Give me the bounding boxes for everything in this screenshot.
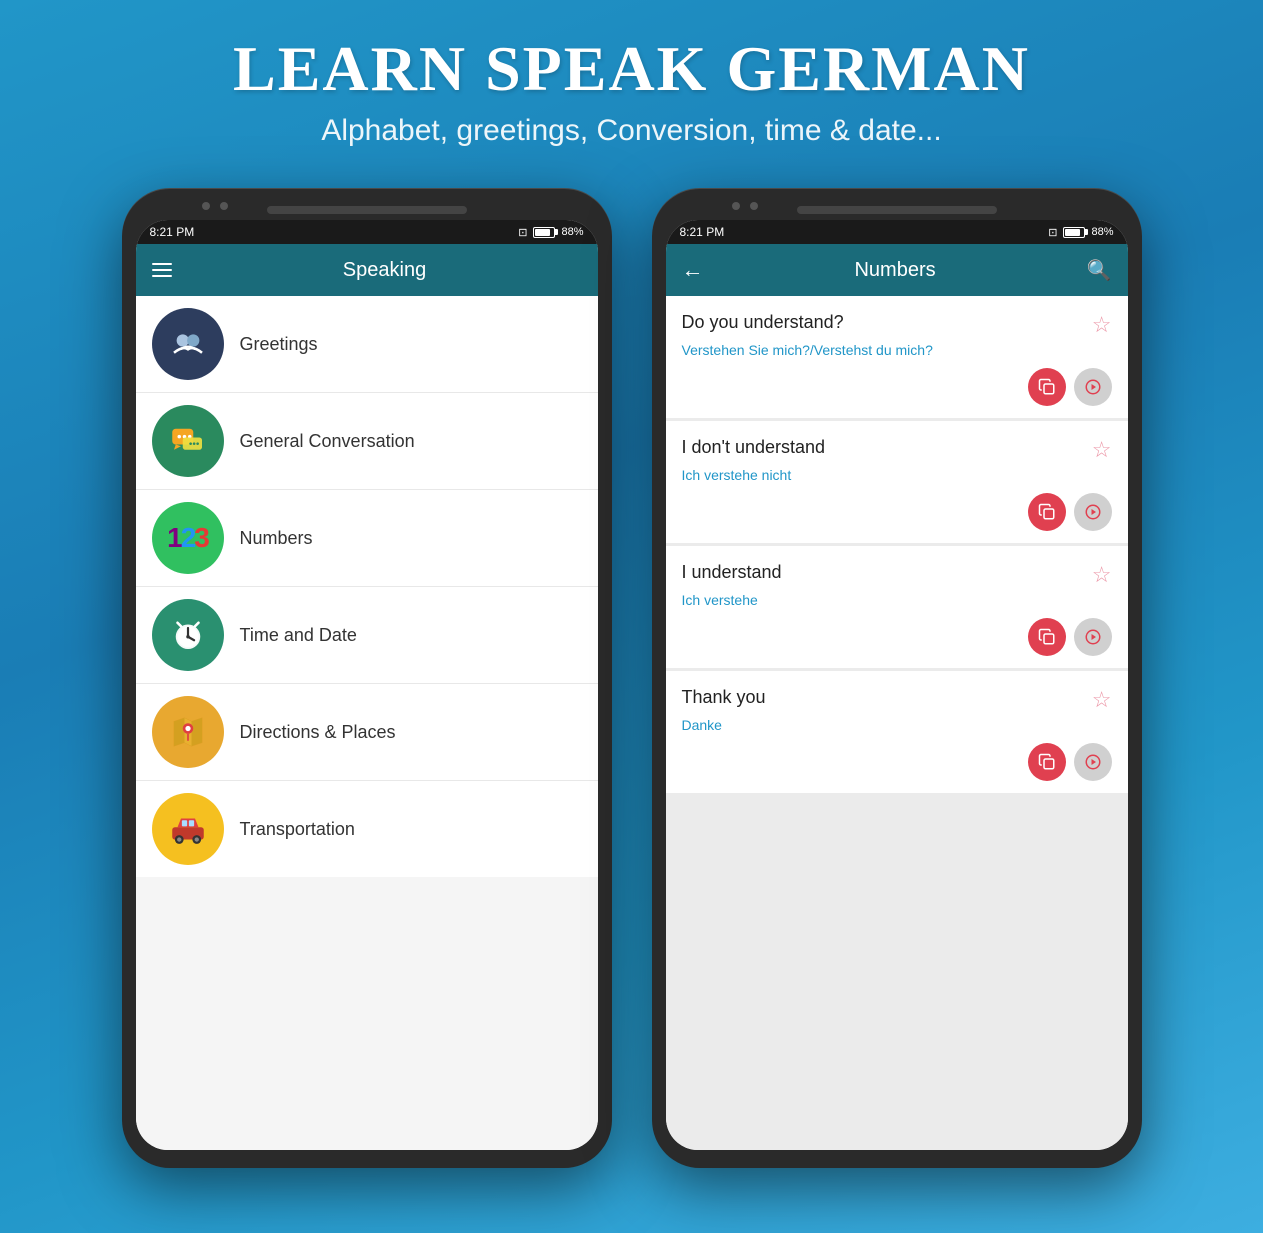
menu-label-numbers: Numbers <box>240 528 313 549</box>
phrase-german-3: Ich verstehe <box>682 592 1112 608</box>
phrase-actions-4 <box>682 743 1112 781</box>
menu-item-timedate[interactable]: Time and Date <box>136 587 598 684</box>
phone-dots-left <box>202 202 228 210</box>
menu-label-conversation: General Conversation <box>240 431 415 452</box>
battery-pct-right: 88% <box>1091 226 1113 238</box>
star-icon-1[interactable]: ☆ <box>1092 312 1112 338</box>
hamburger-line-1 <box>152 263 172 265</box>
dot-1 <box>202 202 210 210</box>
menu-item-greetings[interactable]: Greetings <box>136 296 598 393</box>
phrase-row-3: I understand ☆ <box>682 562 1112 588</box>
header-section: LEARN SPEAK GERMAN Alphabet, greetings, … <box>213 0 1050 168</box>
subtitle: Alphabet, greetings, Conversion, time & … <box>233 114 1030 148</box>
icon-transportation <box>152 793 224 865</box>
phrase-actions-2 <box>682 493 1112 531</box>
dot-2 <box>220 202 228 210</box>
phrase-row-2: I don't understand ☆ <box>682 437 1112 463</box>
status-right-left: ⊡ 88% <box>518 226 583 239</box>
status-icon-right: ⊡ <box>1048 226 1057 239</box>
icon-directions <box>152 696 224 768</box>
phrase-actions-3 <box>682 618 1112 656</box>
status-right-right: ⊡ 88% <box>1048 226 1113 239</box>
battery-bar-left <box>533 227 555 238</box>
hamburger-line-2 <box>152 269 172 271</box>
status-icon-left: ⊡ <box>518 226 527 239</box>
phrase-english-2: I don't understand <box>682 437 826 458</box>
battery-bar-right <box>1063 227 1085 238</box>
phone-right: 8:21 PM ⊡ 88% ← Numbers 🔍 <box>652 188 1142 1168</box>
star-icon-2[interactable]: ☆ <box>1092 437 1112 463</box>
phrase-english-3: I understand <box>682 562 782 583</box>
menu-label-directions: Directions & Places <box>240 722 396 743</box>
status-time-right: 8:21 PM <box>680 225 725 239</box>
speak-button-2[interactable] <box>1074 493 1112 531</box>
status-time-left: 8:21 PM <box>150 225 195 239</box>
copy-button-2[interactable] <box>1028 493 1066 531</box>
menu-item-numbers[interactable]: 123 Numbers <box>136 490 598 587</box>
app-bar-right: ← Numbers 🔍 <box>666 244 1128 296</box>
copy-button-3[interactable] <box>1028 618 1066 656</box>
phones-container: 8:21 PM ⊡ 88% Speaking <box>122 188 1142 1168</box>
main-title: LEARN SPEAK GERMAN <box>233 32 1030 106</box>
menu-label-transportation: Transportation <box>240 819 355 840</box>
numbers-content: Do you understand? ☆ Verstehen Sie mich?… <box>666 296 1128 1150</box>
phrase-card-3: I understand ☆ Ich verstehe <box>666 546 1128 668</box>
app-bar-title-left: Speaking <box>188 259 582 282</box>
speak-button-1[interactable] <box>1074 368 1112 406</box>
phrase-german-2: Ich verstehe nicht <box>682 467 1112 483</box>
battery-pct-left: 88% <box>561 226 583 238</box>
dot-4 <box>750 202 758 210</box>
phone-screen-right: 8:21 PM ⊡ 88% ← Numbers 🔍 <box>666 220 1128 1150</box>
menu-item-conversation[interactable]: General Conversation <box>136 393 598 490</box>
speak-button-3[interactable] <box>1074 618 1112 656</box>
phrase-german-1: Verstehen Sie mich?/Verstehst du mich? <box>682 342 1112 358</box>
hamburger-line-3 <box>152 275 172 277</box>
back-arrow-icon[interactable]: ← <box>682 257 704 283</box>
phrase-english-1: Do you understand? <box>682 312 844 333</box>
phone-dots-right <box>732 202 758 210</box>
status-bar-right: 8:21 PM ⊡ 88% <box>666 220 1128 244</box>
phrase-row-1: Do you understand? ☆ <box>682 312 1112 338</box>
icon-conversation <box>152 405 224 477</box>
copy-button-4[interactable] <box>1028 743 1066 781</box>
phrase-row-4: Thank you ☆ <box>682 687 1112 713</box>
phrase-card-2: I don't understand ☆ Ich verstehe nicht <box>666 421 1128 543</box>
phrase-card-1: Do you understand? ☆ Verstehen Sie mich?… <box>666 296 1128 418</box>
menu-label-greetings: Greetings <box>240 334 318 355</box>
phone-screen-left: 8:21 PM ⊡ 88% Speaking <box>136 220 598 1150</box>
app-bar-title-right: Numbers <box>720 259 1071 282</box>
menu-list: Greetings <box>136 296 598 1150</box>
icon-numbers: 123 <box>152 502 224 574</box>
star-icon-3[interactable]: ☆ <box>1092 562 1112 588</box>
phrase-german-4: Danke <box>682 717 1112 733</box>
phrase-card-4: Thank you ☆ Danke <box>666 671 1128 793</box>
battery-fill-right <box>1065 229 1080 236</box>
search-icon[interactable]: 🔍 <box>1087 258 1112 283</box>
copy-button-1[interactable] <box>1028 368 1066 406</box>
menu-item-transportation[interactable]: Transportation <box>136 781 598 877</box>
speak-button-4[interactable] <box>1074 743 1112 781</box>
battery-fill-left <box>535 229 550 236</box>
menu-item-directions[interactable]: Directions & Places <box>136 684 598 781</box>
menu-label-timedate: Time and Date <box>240 625 357 646</box>
dot-3 <box>732 202 740 210</box>
status-bar-left: 8:21 PM ⊡ 88% <box>136 220 598 244</box>
icon-timedate <box>152 599 224 671</box>
hamburger-menu-icon[interactable] <box>152 263 172 277</box>
star-icon-4[interactable]: ☆ <box>1092 687 1112 713</box>
app-bar-left: Speaking <box>136 244 598 296</box>
phrase-actions-1 <box>682 368 1112 406</box>
icon-greetings <box>152 308 224 380</box>
phone-left: 8:21 PM ⊡ 88% Speaking <box>122 188 612 1168</box>
phrase-english-4: Thank you <box>682 687 766 708</box>
